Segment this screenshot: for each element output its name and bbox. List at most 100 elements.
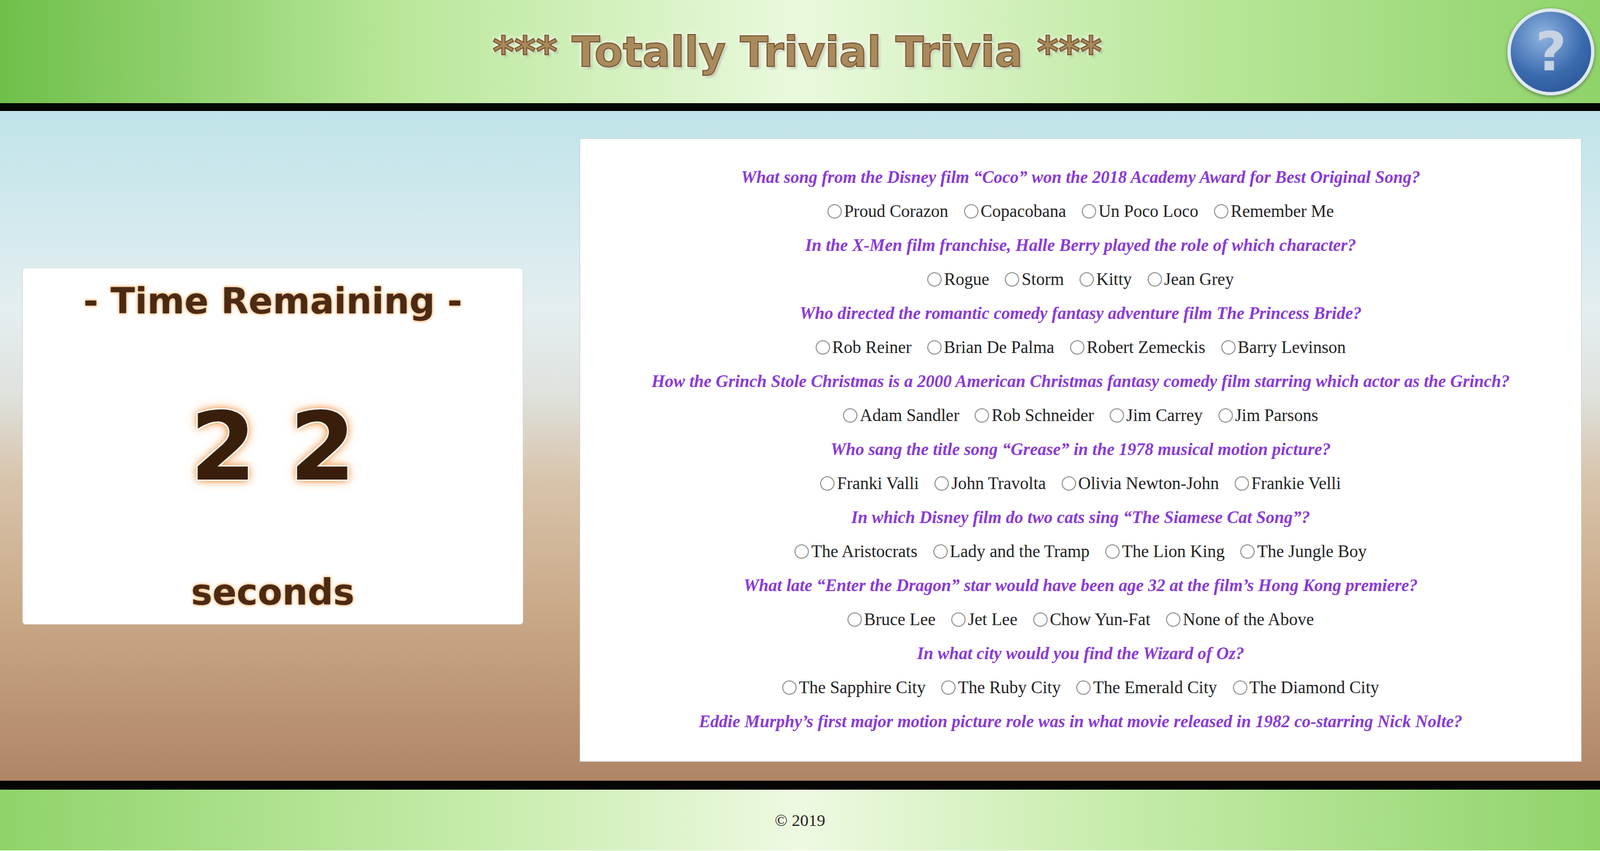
radio-button[interactable]	[847, 612, 862, 628]
answer-label[interactable]: The Aristocrats	[811, 541, 918, 562]
radio-button[interactable]	[1033, 612, 1048, 628]
radio-button[interactable]	[1147, 272, 1163, 287]
answer-option[interactable]: Proud Corazon	[827, 201, 949, 222]
radio-button[interactable]	[1081, 204, 1097, 219]
radio-button[interactable]	[1070, 340, 1085, 355]
radio-button[interactable]	[1061, 476, 1077, 491]
answer-option[interactable]: Barry Levinson	[1221, 337, 1347, 358]
radio-button[interactable]	[964, 204, 979, 219]
answer-label[interactable]: Rob Reiner	[832, 337, 912, 358]
answer-label[interactable]: Copacobana	[980, 201, 1067, 222]
answer-label[interactable]: Bruce Lee	[864, 609, 936, 630]
radio-button[interactable]	[927, 340, 942, 355]
radio-button[interactable]	[1076, 680, 1091, 696]
radio-button[interactable]	[1105, 544, 1120, 559]
answer-option[interactable]: Frankie Velli	[1234, 473, 1341, 494]
answer-label[interactable]: Brian De Palma	[943, 337, 1055, 358]
answer-option[interactable]: The Jungle Boy	[1240, 541, 1367, 562]
answer-option[interactable]: None of the Above	[1165, 609, 1314, 630]
answer-option[interactable]: Olivia Newton-John	[1061, 473, 1219, 494]
answer-label[interactable]: The Diamond City	[1249, 677, 1380, 698]
radio-button[interactable]	[933, 544, 948, 559]
answer-option[interactable]: Lady and the Tramp	[933, 541, 1091, 562]
answer-option[interactable]: Rob Reiner	[815, 337, 912, 358]
answer-option[interactable]: Kitty	[1079, 269, 1132, 290]
answer-label[interactable]: Rogue	[943, 269, 990, 290]
answer-label[interactable]: The Emerald City	[1092, 677, 1217, 698]
answer-option[interactable]: Rob Schneider	[974, 405, 1094, 426]
answer-option[interactable]: Rogue	[927, 269, 990, 290]
answer-label[interactable]: Frankie Velli	[1251, 473, 1341, 494]
answer-label[interactable]: Kitty	[1096, 269, 1132, 290]
answer-label[interactable]: Olivia Newton-John	[1078, 473, 1219, 494]
answer-label[interactable]: The Jungle Boy	[1256, 541, 1367, 562]
answer-option[interactable]: The Sapphire City	[782, 677, 926, 698]
answer-option[interactable]: Jim Carrey	[1109, 405, 1203, 426]
answer-option[interactable]: Copacobana	[964, 201, 1067, 222]
radio-button[interactable]	[934, 476, 949, 491]
radio-button[interactable]	[1234, 476, 1250, 491]
answer-label[interactable]: Chow Yun-Fat	[1049, 609, 1151, 630]
radio-button[interactable]	[1165, 612, 1181, 628]
answer-label[interactable]: Jim Parsons	[1235, 405, 1319, 426]
radio-button[interactable]	[815, 340, 831, 355]
answer-option[interactable]: Jet Lee	[951, 609, 1018, 630]
answer-label[interactable]: Rob Schneider	[991, 405, 1094, 426]
answer-label[interactable]: The Lion King	[1121, 541, 1225, 562]
answer-options: Franki Valli John Travolta Olivia Newton-J…	[596, 466, 1565, 501]
answer-options: Adam Sandler Rob Schneider Jim Carrey Jim P…	[596, 398, 1565, 433]
radio-button[interactable]	[1079, 272, 1095, 287]
answer-label[interactable]: Jean Grey	[1164, 269, 1235, 290]
answer-option[interactable]: Franki Valli	[820, 473, 919, 494]
radio-button[interactable]	[1109, 408, 1125, 423]
answer-option[interactable]: Un Poco Loco	[1081, 201, 1199, 222]
answer-option[interactable]: Jim Parsons	[1218, 405, 1319, 426]
answer-label[interactable]: Adam Sandler	[859, 405, 959, 426]
answer-label[interactable]: Barry Levinson	[1237, 337, 1347, 358]
answer-option[interactable]: Jean Grey	[1147, 269, 1235, 290]
radio-button[interactable]	[782, 680, 797, 696]
answer-option[interactable]: Bruce Lee	[847, 609, 936, 630]
radio-button[interactable]	[974, 408, 990, 423]
answer-option[interactable]: Chow Yun-Fat	[1033, 609, 1151, 630]
answer-label[interactable]: Robert Zemeckis	[1086, 337, 1206, 358]
answer-option[interactable]: John Travolta	[934, 473, 1047, 494]
answer-option[interactable]: Adam Sandler	[842, 405, 959, 426]
answer-label[interactable]: Lady and the Tramp	[950, 541, 1091, 562]
radio-button[interactable]	[1004, 272, 1020, 287]
radio-button[interactable]	[794, 544, 809, 559]
radio-button[interactable]	[951, 612, 966, 628]
answer-label[interactable]: Proud Corazon	[844, 201, 949, 222]
radio-button[interactable]	[1213, 204, 1229, 219]
answer-option[interactable]: The Emerald City	[1076, 677, 1217, 698]
answer-label[interactable]: Franki Valli	[836, 473, 919, 494]
answer-label[interactable]: None of the Above	[1182, 609, 1314, 630]
question-text: In the X-Men film franchise, Halle Berry…	[596, 228, 1565, 263]
answer-option[interactable]: Storm	[1004, 269, 1064, 290]
answer-label[interactable]: Jim Carrey	[1126, 405, 1203, 426]
radio-button[interactable]	[820, 476, 835, 491]
radio-button[interactable]	[1232, 680, 1248, 696]
radio-button[interactable]	[1218, 408, 1233, 423]
answer-option[interactable]: Robert Zemeckis	[1070, 337, 1206, 358]
answer-label[interactable]: The Ruby City	[957, 677, 1061, 698]
radio-button[interactable]	[941, 680, 956, 696]
answer-label[interactable]: Un Poco Loco	[1098, 201, 1199, 222]
radio-button[interactable]	[827, 204, 842, 219]
answer-label[interactable]: Storm	[1021, 269, 1064, 290]
answer-option[interactable]: Brian De Palma	[927, 337, 1055, 358]
answer-option[interactable]: The Aristocrats	[794, 541, 918, 562]
radio-button[interactable]	[842, 408, 858, 423]
radio-button[interactable]	[1240, 544, 1255, 559]
answer-label[interactable]: John Travolta	[951, 473, 1047, 494]
answer-label[interactable]: The Sapphire City	[798, 677, 926, 698]
answer-label[interactable]: Remember Me	[1230, 201, 1334, 222]
answer-option[interactable]: Remember Me	[1213, 201, 1334, 222]
help-button[interactable]: ?	[1507, 8, 1595, 96]
answer-option[interactable]: The Diamond City	[1232, 677, 1380, 698]
answer-label[interactable]: Jet Lee	[967, 609, 1018, 630]
answer-option[interactable]: The Ruby City	[941, 677, 1061, 698]
radio-button[interactable]	[1221, 340, 1236, 355]
radio-button[interactable]	[927, 272, 942, 287]
answer-option[interactable]: The Lion King	[1105, 541, 1225, 562]
